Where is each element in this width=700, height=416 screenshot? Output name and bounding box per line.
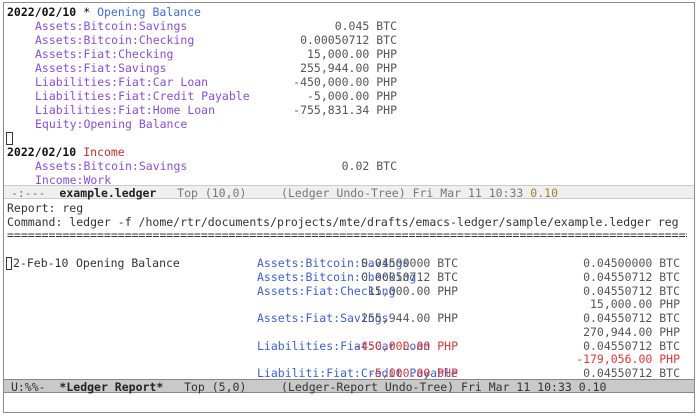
modeline-load: 0.10	[578, 380, 607, 394]
row-description: Opening Balance	[76, 256, 180, 270]
row-amount: 255,944.00 PHP	[361, 311, 458, 325]
text-cursor	[6, 256, 12, 270]
cleared-flag: *	[83, 5, 91, 19]
transaction-header: 2022/02/10 Income	[7, 145, 125, 159]
text-cursor	[6, 131, 13, 145]
row-running-total: 270,944.00 PHP	[583, 324, 680, 339]
posting-amount: 255,944.00 PHP	[300, 61, 397, 75]
posting-account: Assets:Bitcoin:Savings	[35, 19, 188, 33]
posting-amount: 15,000.00 PHP	[306, 47, 397, 61]
separator: ========================================…	[7, 228, 687, 242]
row-running-total: 0.04500000 BTC	[583, 256, 680, 270]
row-amount: 15,000.00 PHP	[367, 283, 458, 298]
row-amount: 0.04500000 BTC	[361, 256, 458, 270]
modeline-datetime: Fri Mar 11 10:33	[461, 380, 572, 394]
posting-account: Assets:Bitcoin:Checking	[35, 33, 195, 47]
posting-amount: -755,831.34 PHP	[293, 103, 397, 117]
posting-amount: 0.02 BTC	[341, 159, 397, 173]
modeline-ledger[interactable]: -:--- example.ledger Top (10,0) (Ledger …	[4, 185, 694, 200]
command-line: Command: ledger -f /home/rtr/documents/p…	[7, 215, 679, 229]
row-date: 2-Feb-10	[13, 256, 69, 270]
modeline-datetime: Fri Mar 11 10:33	[412, 186, 524, 200]
row-running-total: 0.04550712 BTC	[583, 338, 680, 353]
posting-account: Liabilities:Fiat:Car Loan	[35, 75, 209, 89]
transaction-date: 2022/02/10	[7, 5, 77, 19]
transaction-payee: Opening Balance	[97, 5, 201, 19]
row-amount: 0.00050712 BTC	[361, 269, 458, 284]
transaction-payee: Income	[83, 145, 125, 159]
row-running-total: 0.04550712 BTC	[583, 311, 680, 325]
transaction-date: 2022/02/10	[7, 145, 77, 159]
modeline-buffer-name: *Ledger Report*	[59, 380, 164, 394]
row-running-total: 15,000.00 PHP	[589, 297, 680, 312]
posting-account: Assets:Bitcoin:Savings	[35, 159, 188, 173]
posting-amount: 0.045 BTC	[334, 19, 397, 33]
modeline-mode: (Ledger-Report Undo-Tree)	[281, 380, 455, 394]
posting-account: Assets:Fiat:Checking	[35, 47, 174, 61]
row-amount: -5,000.00 PHP	[367, 366, 458, 380]
row-amount: -450,000.00 PHP	[354, 338, 458, 353]
modeline-position: Top (10,0)	[177, 186, 247, 200]
posting-amount: -450,000.00 PHP	[293, 75, 397, 89]
transaction-header: 2022/02/10 * Opening Balance	[7, 5, 201, 19]
posting-account: Liabilities:Fiat:Home Loan	[35, 103, 216, 117]
posting-account: Equity:Opening Balance	[35, 117, 188, 131]
report-label: Report: reg	[7, 201, 84, 215]
row-running-total: 0.04550712 BTC	[583, 283, 680, 298]
posting-amount: -5,000.00 PHP	[306, 89, 397, 103]
modeline-buffer-name: example.ledger	[59, 186, 157, 200]
row-running-total: -179,056.00 PHP	[576, 352, 680, 367]
posting-account: Liabilities:Fiat:Credit Payable	[35, 89, 250, 103]
modeline-report[interactable]: U:%%- *Ledger Report* Top (5,0) (Ledger-…	[4, 379, 694, 394]
posting-amount: 0.00050712 BTC	[300, 33, 397, 47]
modeline-load: 0.10	[530, 186, 558, 200]
modeline-position: Top (5,0)	[184, 380, 247, 394]
row-running-total: 0.04550712 BTC	[583, 269, 680, 284]
modeline-mode: (Ledger Undo-Tree)	[281, 186, 406, 200]
modeline-state: -:---	[10, 186, 46, 200]
modeline-state: U:%%-	[10, 380, 46, 394]
row-running-total: 0.04550712 BTC	[583, 366, 680, 380]
posting-account: Assets:Fiat:Savings	[35, 61, 167, 75]
